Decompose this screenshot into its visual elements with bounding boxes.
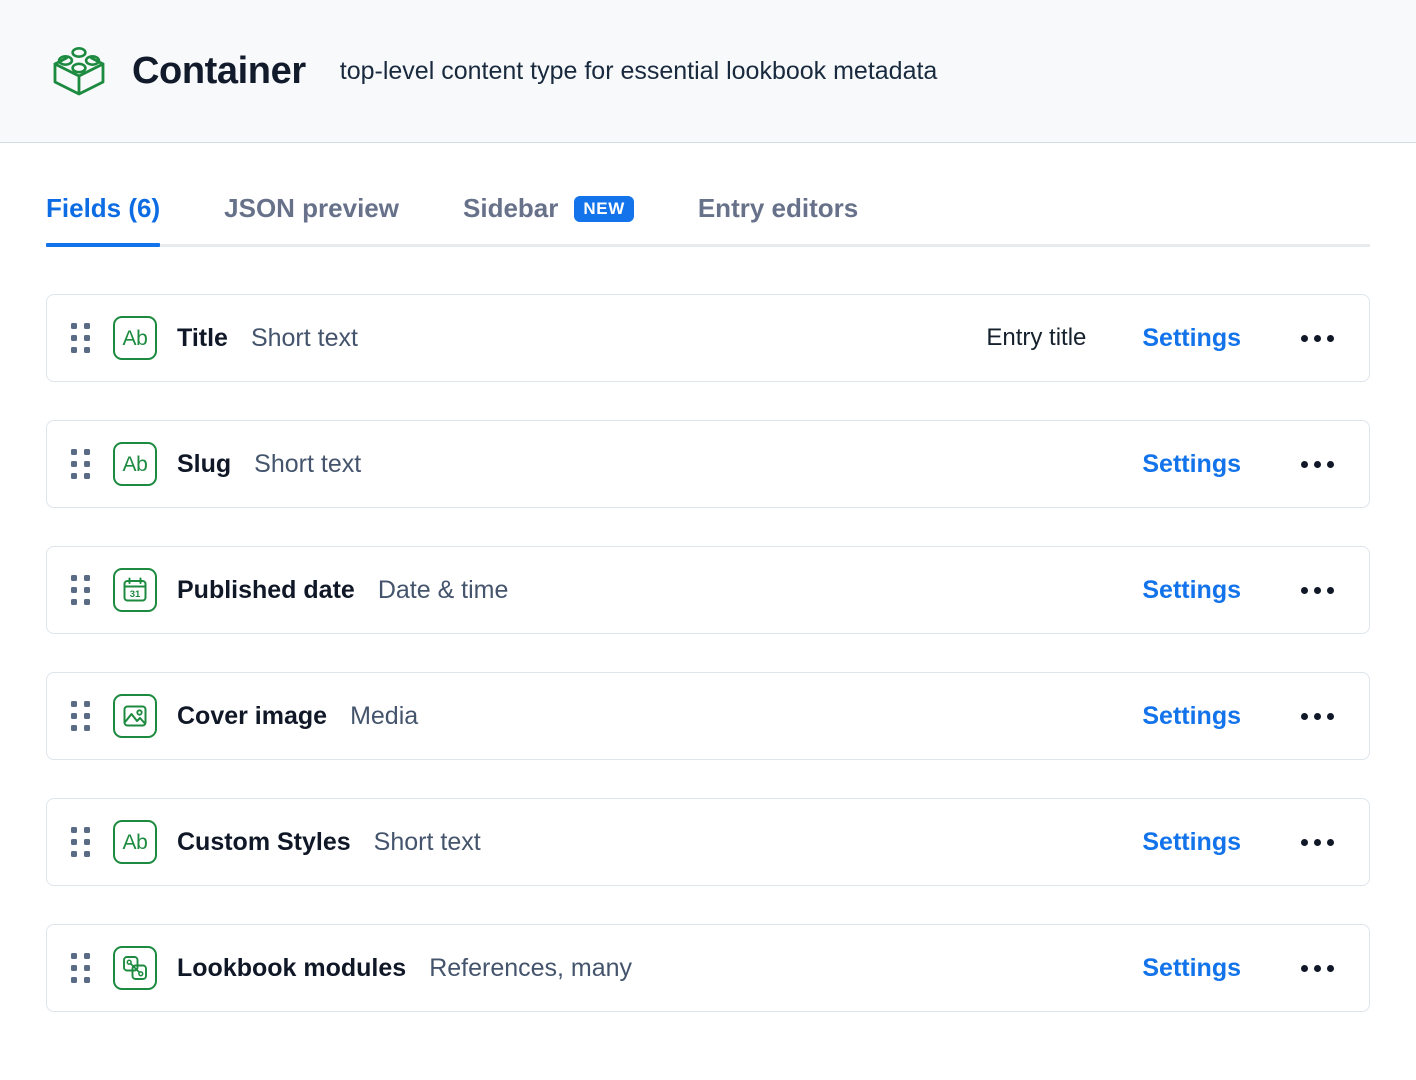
fields-list: Ab Title Short text Entry title Settings… xyxy=(0,294,1416,1012)
tab-fields[interactable]: Fields (6) xyxy=(46,193,160,244)
field-type: Short text xyxy=(374,828,481,857)
short-text-ab-icon: Ab xyxy=(113,316,157,360)
more-options-icon[interactable] xyxy=(1289,820,1345,864)
settings-button[interactable]: Settings xyxy=(1142,324,1241,353)
more-options-icon[interactable] xyxy=(1289,316,1345,360)
short-text-ab-icon: Ab xyxy=(113,820,157,864)
field-name: Title xyxy=(177,324,228,353)
settings-button[interactable]: Settings xyxy=(1142,954,1241,983)
drag-handle-icon[interactable] xyxy=(69,951,91,985)
field-type: References, many xyxy=(429,954,632,983)
tab-sidebar-label: Sidebar xyxy=(463,193,558,224)
page-subtitle: top-level content type for essential loo… xyxy=(340,57,938,86)
tab-sidebar[interactable]: Sidebar NEW xyxy=(463,193,634,244)
field-row-slug[interactable]: Ab Slug Short text Settings xyxy=(46,420,1370,508)
svg-text:31: 31 xyxy=(130,589,141,600)
field-type: Media xyxy=(350,702,418,731)
image-media-icon xyxy=(113,694,157,738)
drag-handle-icon[interactable] xyxy=(69,321,91,355)
settings-button[interactable]: Settings xyxy=(1142,702,1241,731)
entry-title-badge: Entry title xyxy=(986,324,1086,352)
field-row-custom-styles[interactable]: Ab Custom Styles Short text Settings xyxy=(46,798,1370,886)
content-type-header: Container top-level content type for ess… xyxy=(0,0,1416,143)
field-name: Lookbook modules xyxy=(177,954,406,983)
tab-json-preview[interactable]: JSON preview xyxy=(224,193,399,244)
drag-handle-icon[interactable] xyxy=(69,699,91,733)
drag-handle-icon[interactable] xyxy=(69,573,91,607)
ab-glyph: Ab xyxy=(122,328,147,349)
drag-handle-icon[interactable] xyxy=(69,825,91,859)
field-type: Date & time xyxy=(378,576,509,605)
more-options-icon[interactable] xyxy=(1289,442,1345,486)
settings-button[interactable]: Settings xyxy=(1142,450,1241,479)
more-options-icon[interactable] xyxy=(1289,946,1345,990)
tab-json-preview-label: JSON preview xyxy=(224,193,399,224)
field-type: Short text xyxy=(251,324,358,353)
calendar-icon: 31 xyxy=(113,568,157,612)
field-row-published-date[interactable]: 31 Published date Date & time Settings xyxy=(46,546,1370,634)
references-icon xyxy=(113,946,157,990)
tab-entry-editors[interactable]: Entry editors xyxy=(698,193,858,244)
tab-entry-editors-label: Entry editors xyxy=(698,193,858,224)
page-title: Container xyxy=(132,50,306,93)
ab-glyph: Ab xyxy=(122,454,147,475)
field-row-cover-image[interactable]: Cover image Media Settings xyxy=(46,672,1370,760)
new-badge: NEW xyxy=(574,196,633,222)
settings-button[interactable]: Settings xyxy=(1142,828,1241,857)
more-options-icon[interactable] xyxy=(1289,694,1345,738)
field-row-title[interactable]: Ab Title Short text Entry title Settings xyxy=(46,294,1370,382)
field-type: Short text xyxy=(254,450,361,479)
tab-bar: Fields (6) JSON preview Sidebar NEW Entr… xyxy=(46,169,1370,247)
lego-brick-icon xyxy=(48,40,110,102)
tab-fields-label: Fields (6) xyxy=(46,193,160,224)
field-name: Published date xyxy=(177,576,355,605)
field-name: Cover image xyxy=(177,702,327,731)
tabs-container: Fields (6) JSON preview Sidebar NEW Entr… xyxy=(0,169,1416,247)
drag-handle-icon[interactable] xyxy=(69,447,91,481)
short-text-ab-icon: Ab xyxy=(113,442,157,486)
field-name: Slug xyxy=(177,450,231,479)
field-name: Custom Styles xyxy=(177,828,351,857)
ab-glyph: Ab xyxy=(122,832,147,853)
more-options-icon[interactable] xyxy=(1289,568,1345,612)
field-row-lookbook-modules[interactable]: Lookbook modules References, many Settin… xyxy=(46,924,1370,1012)
settings-button[interactable]: Settings xyxy=(1142,576,1241,605)
